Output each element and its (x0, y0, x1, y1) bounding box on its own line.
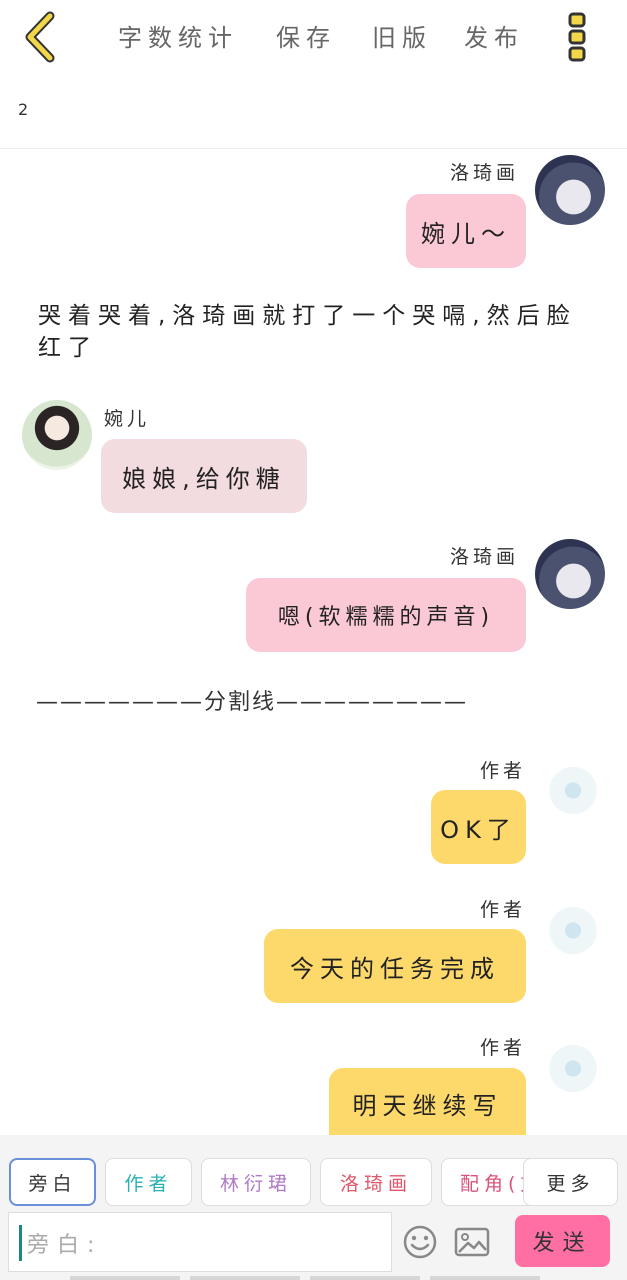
sender-name: 作者 (480, 1037, 527, 1059)
old-version-button[interactable]: 旧版 (372, 18, 432, 53)
message-bubble[interactable]: 婉儿～ (406, 194, 526, 268)
avatar[interactable] (535, 539, 605, 609)
word-count-value: 2 (18, 100, 29, 119)
narration-text[interactable]: 哭着哭着,洛琦画就打了一个哭嗝,然后脸红了 (38, 300, 598, 364)
sender-name: 洛琦画 (450, 546, 520, 568)
more-roles-button[interactable]: 更多 (523, 1158, 618, 1206)
bottom-indicator (70, 1276, 540, 1280)
sender-name: 婉儿 (104, 408, 151, 430)
image-button[interactable] (452, 1222, 492, 1262)
sender-name: 作者 (480, 899, 527, 921)
message-bubble[interactable]: 明天继续写 (329, 1068, 526, 1138)
emoji-icon (403, 1225, 437, 1259)
role-chip-linyanjun[interactable]: 林衍珺 (201, 1158, 311, 1206)
input-placeholder: 旁白: (27, 1233, 103, 1258)
header-divider (0, 148, 627, 149)
message-bubble[interactable]: 今天的任务完成 (264, 929, 526, 1003)
back-icon (25, 11, 55, 63)
more-menu-button[interactable] (560, 10, 594, 64)
role-chip-pangbai[interactable]: 旁白 (9, 1158, 96, 1206)
message-bubble[interactable]: 嗯(软糯糯的声音) (246, 578, 526, 652)
avatar[interactable] (538, 1030, 608, 1100)
emoji-button[interactable] (400, 1222, 440, 1262)
text-cursor (19, 1225, 22, 1261)
sender-name: 洛琦画 (450, 162, 520, 184)
avatar[interactable] (22, 400, 92, 470)
role-chip-luoqihua[interactable]: 洛琦画 (320, 1158, 432, 1206)
sender-name: 作者 (480, 760, 527, 782)
more-menu-icon (568, 12, 586, 62)
save-button[interactable]: 保存 (276, 18, 336, 53)
message-bubble[interactable]: 娘娘,给你糖 (101, 439, 307, 513)
avatar[interactable] (538, 752, 608, 822)
word-count-button[interactable]: 字数统计 (118, 18, 238, 53)
section-separator[interactable]: ———————分割线———————— (36, 684, 596, 716)
role-chip-zuozhe[interactable]: 作者 (105, 1158, 192, 1206)
back-button[interactable] (18, 10, 66, 64)
message-bubble[interactable]: OK了 (431, 790, 526, 864)
avatar[interactable] (538, 892, 608, 962)
top-bar: 字数统计 保存 旧版 发布 (0, 0, 627, 80)
message-input[interactable]: 旁白: (8, 1212, 392, 1272)
publish-button[interactable]: 发布 (464, 18, 524, 53)
avatar[interactable] (535, 155, 605, 225)
image-icon (454, 1227, 490, 1257)
send-button[interactable]: 发送 (515, 1215, 610, 1267)
